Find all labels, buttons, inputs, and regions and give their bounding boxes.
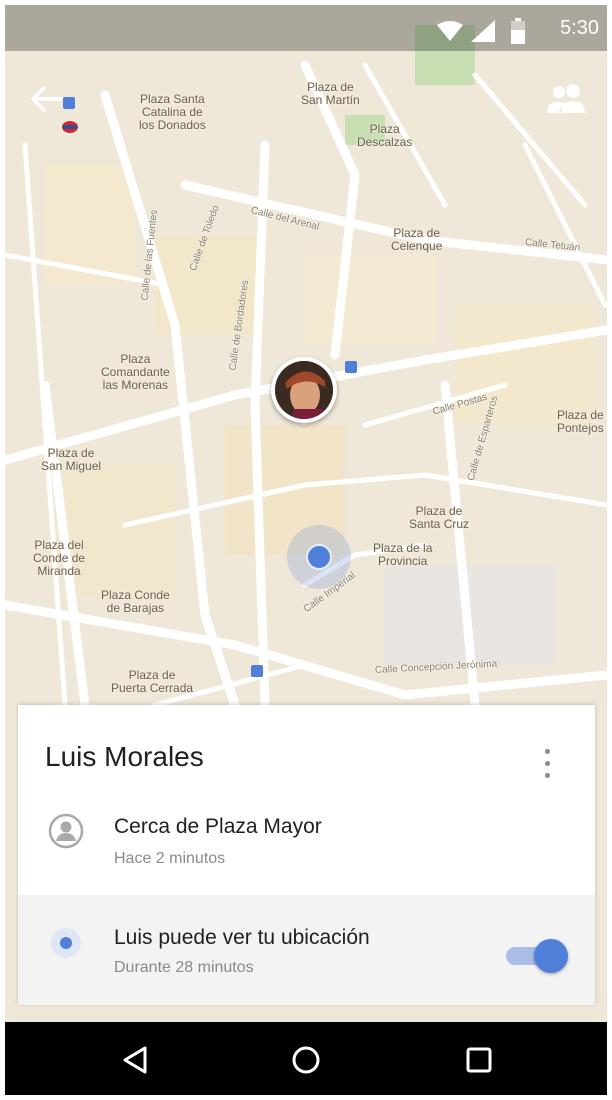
sharing-secondary: Durante 28 minutos — [114, 959, 254, 976]
share-location-toggle[interactable] — [504, 935, 572, 975]
nav-back-button[interactable] — [113, 1038, 157, 1082]
avatar-frame — [271, 357, 337, 423]
friend-location-marker[interactable] — [271, 357, 341, 435]
phone-screen: Plaza de San Martín Plaza Santa Catalina… — [5, 5, 607, 1095]
recents-square-icon — [466, 1047, 492, 1073]
more-options-button[interactable] — [534, 745, 562, 785]
toggle-thumb — [534, 939, 568, 973]
bus-stop-icon — [251, 665, 263, 677]
more-vert-icon — [545, 761, 550, 766]
back-triangle-icon — [123, 1046, 147, 1074]
place-label: Plaza de San Miguel — [41, 446, 102, 473]
person-icon — [48, 813, 84, 849]
place-label: Plaza Conde de Barajas — [101, 588, 170, 615]
nav-home-button[interactable] — [284, 1038, 328, 1082]
place-label: Plaza Comandante las Morenas — [101, 352, 170, 392]
more-vert-icon — [545, 749, 550, 754]
location-primary: Cerca de Plaza Mayor — [114, 815, 322, 838]
avatar — [275, 361, 333, 419]
my-location-dot — [306, 544, 332, 570]
location-secondary: Hace 2 minutos — [114, 850, 226, 867]
nav-recents-button[interactable] — [457, 1038, 501, 1082]
my-location-icon — [51, 928, 81, 958]
battery-icon — [511, 18, 525, 44]
place-label: Plaza de Puerta Cerrada — [111, 668, 194, 695]
back-button[interactable] — [27, 81, 67, 121]
place-label: Plaza de San Martín — [301, 80, 360, 107]
people-icon — [547, 84, 585, 113]
status-bar: 5:30 — [5, 5, 607, 51]
sharing-primary: Luis puede ver tu ubicación — [114, 926, 370, 949]
place-label: Plaza de Celenque — [391, 226, 443, 253]
wifi-icon — [437, 21, 463, 41]
bus-stop-icon — [345, 361, 357, 373]
place-label: Plaza del Conde de Miranda — [33, 538, 86, 578]
my-location-marker — [287, 525, 351, 589]
arrow-back-icon — [31, 86, 63, 112]
signal-icon — [471, 20, 495, 42]
place-label: Plaza Descalzas — [357, 122, 413, 149]
contact-card: Luis Morales Cerca de Plaza Mayor Hace 2… — [18, 705, 595, 1005]
place-label: Plaza de Santa Cruz — [409, 504, 470, 531]
place-label: Plaza de Pontejos — [557, 408, 604, 435]
status-time: 5:30 — [560, 17, 599, 39]
navigation-bar — [5, 1022, 607, 1095]
contact-name: Luis Morales — [45, 741, 204, 772]
more-vert-icon — [545, 773, 550, 778]
people-button[interactable] — [545, 79, 589, 119]
place-label: Plaza de la Provincia — [373, 541, 433, 568]
place-label: Plaza Santa Catalina de los Donados — [139, 92, 206, 132]
home-circle-icon — [292, 1046, 320, 1074]
